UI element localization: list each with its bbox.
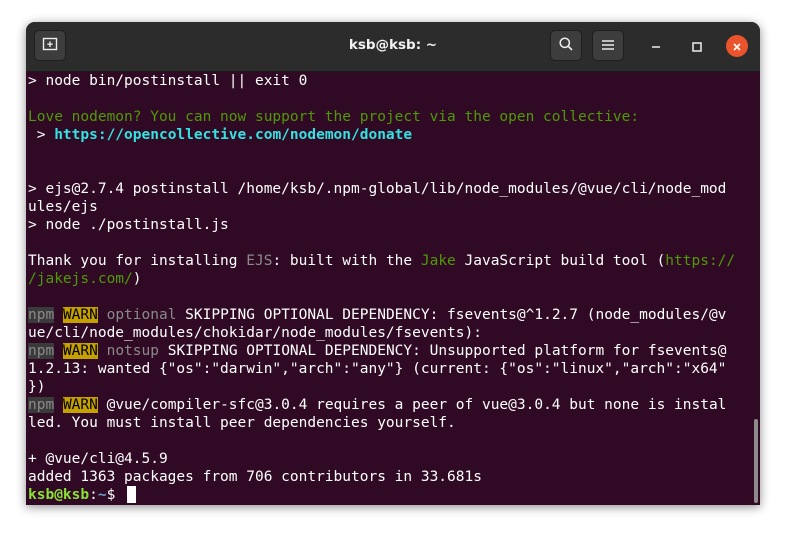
text-segment: > ejs@2.7.4 postinstall /home/ksb/.npm-g…	[28, 181, 727, 197]
text-segment: Thank you for installing	[28, 253, 247, 269]
terminal-line: npm WARN notsup SKIPPING OPTIONAL DEPEND…	[28, 342, 735, 360]
text-segment: optional	[106, 307, 177, 323]
text-segment	[98, 307, 107, 323]
terminal-line: + @vue/cli@4.5.9	[28, 450, 735, 468]
terminal-lines: > node bin/postinstall || exit 0 Love nod…	[28, 72, 735, 504]
scrollbar-thumb[interactable]	[754, 419, 758, 503]
text-segment: npm	[28, 397, 55, 413]
terminal-line: ules/ejs	[28, 198, 735, 216]
menu-button[interactable]	[592, 30, 624, 61]
terminal-output[interactable]: > node bin/postinstall || exit 0 Love nod…	[26, 72, 760, 505]
text-segment: SKIPPING OPTIONAL DEPENDENCY: Unsupporte…	[158, 343, 727, 359]
terminal-line: ue/cli/node_modules/chokidar/node_module…	[28, 324, 735, 342]
text-segment: Jake	[420, 253, 456, 269]
text-segment: EJS	[246, 253, 273, 269]
text-segment	[54, 343, 63, 359]
search-icon	[558, 36, 574, 56]
terminal-line: led. You must install peer dependencies …	[28, 414, 735, 432]
terminal-line: > node ./postinstall.js	[28, 216, 735, 234]
terminal-line: Love nodemon? You can now support the pr…	[28, 108, 735, 126]
text-segment: Love nodemon? You can now support the pr…	[28, 109, 640, 125]
text-segment	[54, 307, 63, 323]
close-icon	[732, 37, 742, 56]
terminal-line: })	[28, 378, 735, 396]
text-segment: JavaScript build tool (	[455, 253, 666, 269]
terminal-line: /jakejs.com/)	[28, 270, 735, 288]
terminal-line: added 1363 packages from 706 contributor…	[28, 468, 735, 486]
text-segment: @vue/compiler-sfc@3.0.4 requires a peer …	[97, 397, 727, 413]
close-button[interactable]	[726, 35, 748, 57]
text-segment: npm	[28, 343, 55, 359]
text-segment: > node bin/postinstall || exit 0	[28, 73, 308, 89]
text-segment: https://opencollective.com/nodemon/donat…	[54, 127, 413, 143]
text-segment: $	[106, 487, 125, 503]
cursor	[127, 486, 137, 503]
maximize-button[interactable]	[686, 35, 708, 57]
text-segment: https://	[665, 253, 736, 269]
text-segment	[54, 397, 63, 413]
text-segment: added 1363 packages from 706 contributor…	[28, 469, 482, 485]
terminal-line: npm WARN @vue/compiler-sfc@3.0.4 require…	[28, 396, 735, 414]
terminal-line: > https://opencollective.com/nodemon/don…	[28, 126, 735, 144]
text-segment: >	[28, 127, 55, 143]
text-segment: : built with the	[272, 253, 421, 269]
text-segment: :	[89, 487, 98, 503]
minimize-icon	[651, 37, 661, 56]
text-segment: ue/cli/node_modules/chokidar/node_module…	[28, 325, 482, 341]
minimize-button[interactable]	[645, 35, 667, 57]
new-tab-button[interactable]	[34, 30, 66, 61]
text-segment: + @vue/cli@4.5.9	[28, 451, 168, 467]
text-segment: notsup	[106, 343, 159, 359]
text-segment: WARN	[62, 397, 98, 413]
terminal-line: 1.2.13: wanted {"os":"darwin","arch":"an…	[28, 360, 735, 378]
text-segment: > node ./postinstall.js	[28, 217, 229, 233]
text-segment: WARN	[62, 343, 98, 359]
hamburger-menu-icon	[601, 36, 615, 55]
text-segment: )	[132, 271, 142, 287]
terminal-window: ksb@ksb: ~ > node bin/postinstall || exi…	[26, 22, 760, 505]
text-segment: ules/ejs	[28, 199, 98, 215]
text-segment: ksb@ksb	[28, 487, 90, 503]
text-segment: SKIPPING OPTIONAL DEPENDENCY: fsevents@^…	[176, 307, 727, 323]
text-segment: ~	[97, 487, 107, 503]
search-button[interactable]	[550, 30, 582, 61]
terminal-line: > ejs@2.7.4 postinstall /home/ksb/.npm-g…	[28, 180, 735, 198]
title-bar[interactable]: ksb@ksb: ~	[26, 22, 760, 72]
text-segment: })	[28, 379, 46, 395]
new-tab-icon	[42, 36, 58, 56]
prompt-line: ksb@ksb:~$	[28, 486, 735, 504]
terminal-line: npm WARN optional SKIPPING OPTIONAL DEPE…	[28, 306, 735, 324]
text-segment: /jakejs.com/	[28, 271, 133, 287]
text-segment: npm	[28, 307, 55, 323]
text-segment	[98, 343, 107, 359]
text-segment: WARN	[62, 307, 98, 323]
terminal-line: > node bin/postinstall || exit 0	[28, 72, 735, 90]
maximize-icon	[692, 37, 702, 56]
text-segment: 1.2.13: wanted {"os":"darwin","arch":"an…	[28, 361, 727, 377]
terminal-line: Thank you for installing EJS: built with…	[28, 252, 735, 270]
text-segment: led. You must install peer dependencies …	[28, 415, 456, 431]
